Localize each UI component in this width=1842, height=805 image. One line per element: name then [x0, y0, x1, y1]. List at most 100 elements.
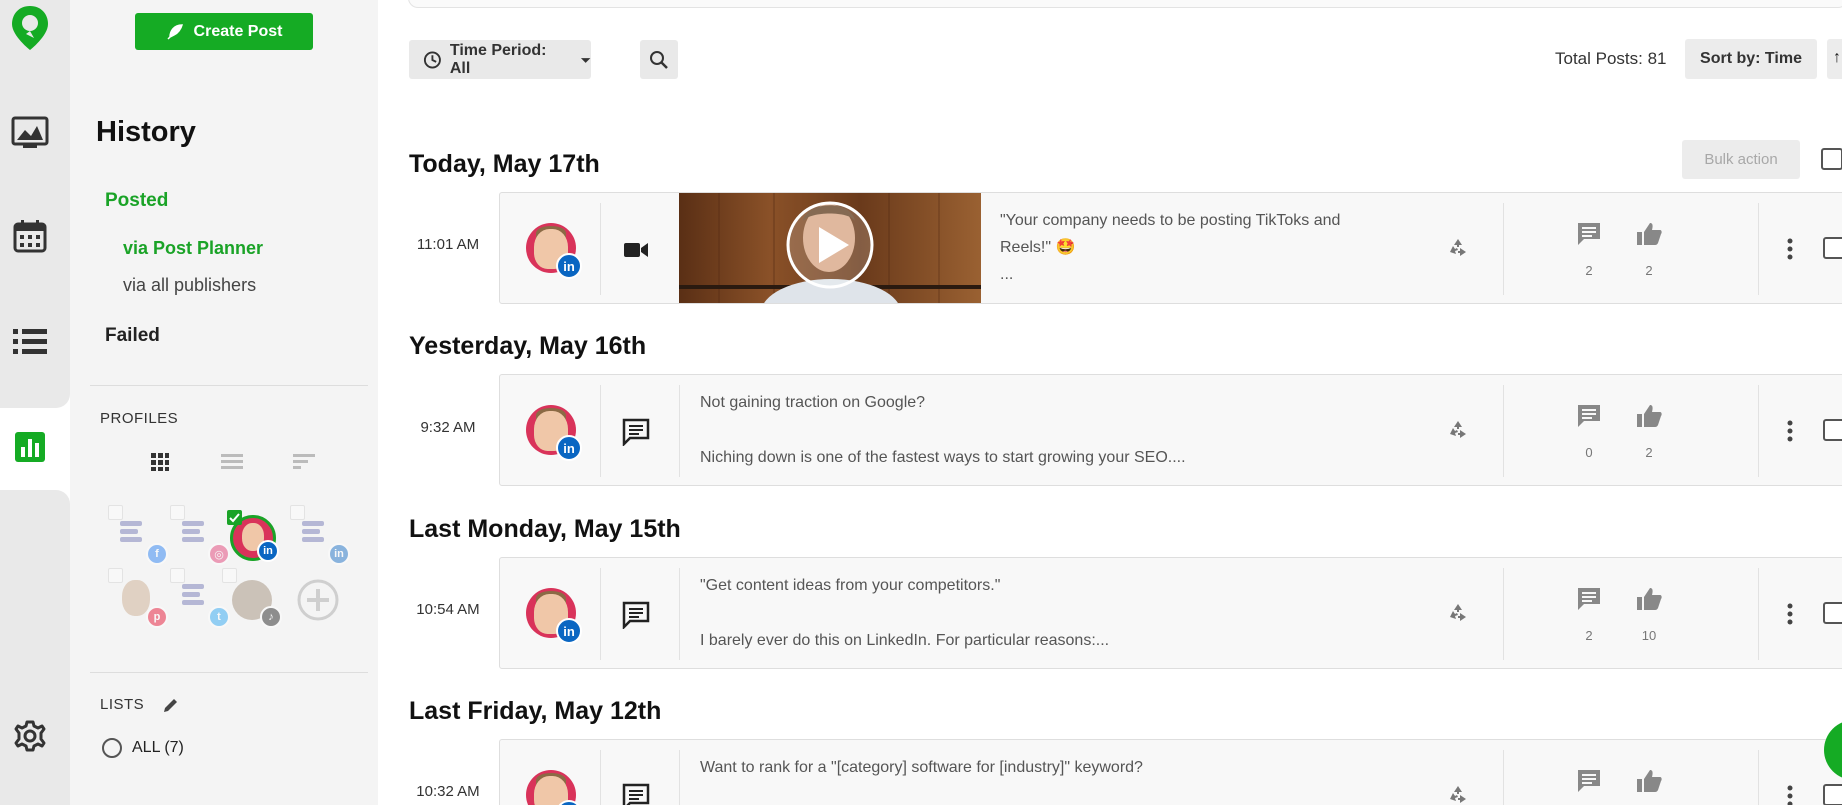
comments-count: 2: [1585, 263, 1593, 278]
rail-bottom-bg: [0, 490, 70, 805]
post-select-checkbox[interactable]: [1823, 419, 1842, 441]
profile-linkedin-page[interactable]: in: [290, 505, 350, 565]
caret-down-icon: [580, 57, 591, 63]
post-select-checkbox[interactable]: [1823, 602, 1842, 624]
date-heading: Last Monday, May 15th: [409, 515, 681, 543]
search-button[interactable]: [640, 40, 678, 79]
linkedin-icon: in: [556, 253, 582, 279]
profile-linkedin-selected[interactable]: in: [227, 510, 279, 562]
profile-checkbox[interactable]: [108, 505, 123, 520]
post-select-checkbox[interactable]: [1823, 784, 1842, 805]
post-card[interactable]: in "Your company needs to be posting Tik…: [499, 192, 1842, 304]
profile-checkbox[interactable]: [108, 568, 123, 583]
post-text-line: I barely ever do this on LinkedIn. For p…: [700, 632, 1110, 649]
card-separator: [600, 750, 601, 805]
add-profile-button[interactable]: [296, 578, 342, 624]
profile-checkbox[interactable]: [170, 568, 185, 583]
profile-checkbox[interactable]: [222, 568, 237, 583]
edit-pencil-icon[interactable]: [162, 696, 182, 716]
plus-circle-icon: [297, 579, 339, 621]
settings-gear-icon[interactable]: [10, 716, 50, 756]
post-select-checkbox[interactable]: [1823, 237, 1842, 259]
comments-count: 0: [1585, 445, 1593, 460]
profile-checkbox[interactable]: [170, 505, 185, 520]
post-card[interactable]: in "Get content ideas from your competit…: [499, 557, 1842, 669]
post-time: 11:01 AM: [416, 236, 480, 253]
card-separator: [600, 568, 601, 660]
date-heading: Last Friday, May 12th: [409, 697, 662, 725]
text-post-icon: [621, 782, 651, 805]
create-post-button[interactable]: Create Post: [135, 13, 313, 50]
analytics-icon[interactable]: [10, 427, 50, 467]
card-separator: [679, 385, 680, 477]
create-post-label: Create Post: [193, 22, 283, 40]
clock-icon: [423, 51, 441, 68]
more-vertical-icon[interactable]: [1780, 235, 1800, 263]
post-text-ellipsis: ...: [1000, 266, 1014, 283]
profile-twitter[interactable]: t: [170, 568, 230, 628]
nav-via-post-planner[interactable]: via Post Planner: [123, 238, 263, 259]
grid-view-icon[interactable]: [148, 450, 172, 474]
instagram-icon: ◎: [208, 543, 230, 565]
content-library-icon[interactable]: [10, 113, 50, 153]
comments-icon: [1574, 766, 1604, 796]
sort-by-button[interactable]: Sort by: Time: [1685, 39, 1817, 79]
card-separator: [1758, 203, 1759, 295]
bulk-action-button[interactable]: Bulk action: [1682, 140, 1800, 179]
recycle-icon[interactable]: [1445, 235, 1471, 261]
post-time: 10:54 AM: [416, 601, 480, 618]
nav-via-all-publishers[interactable]: via all publishers: [123, 275, 256, 296]
sort-direction-button[interactable]: ↑: [1827, 39, 1842, 79]
list-view-icon[interactable]: [220, 450, 244, 474]
select-all-checkbox[interactable]: [1821, 148, 1842, 170]
post-card[interactable]: in Not gaining traction on Google? Nichi…: [499, 374, 1842, 486]
profile-tiktok[interactable]: ♪: [222, 568, 282, 628]
time-period-dropdown[interactable]: Time Period: All: [409, 40, 591, 79]
post-time: 10:32 AM: [416, 783, 480, 800]
recycle-icon[interactable]: [1445, 600, 1471, 626]
sidebar-divider: [90, 385, 368, 386]
more-vertical-icon[interactable]: [1780, 600, 1800, 628]
card-separator: [1503, 750, 1504, 805]
comments-icon: [1574, 584, 1604, 614]
lists-all-radio[interactable]: [102, 738, 122, 758]
likes-count: 2: [1645, 263, 1653, 278]
queue-list-icon[interactable]: [10, 322, 50, 362]
post-planner-logo-icon[interactable]: [10, 6, 50, 50]
sort-view-icon[interactable]: [292, 450, 316, 474]
post-text-line: Niching down is one of the fastest ways …: [700, 449, 1186, 466]
profile-checkbox-checked[interactable]: [227, 510, 242, 525]
video-thumbnail[interactable]: [679, 193, 981, 303]
nav-posted[interactable]: Posted: [105, 190, 168, 212]
text-post-icon: [621, 417, 651, 447]
more-vertical-icon[interactable]: [1780, 782, 1800, 805]
post-card[interactable]: in Want to rank for a "[category] softwa…: [499, 739, 1842, 805]
comments-icon: [1574, 401, 1604, 431]
top-panel-edge: [408, 0, 1842, 8]
likes-count: 10: [1641, 628, 1657, 643]
post-time: 9:32 AM: [420, 419, 476, 436]
profile-checkbox[interactable]: [290, 505, 305, 520]
history-sidebar: Create Post History Posted via Post Plan…: [70, 0, 378, 805]
avatar: [122, 580, 150, 616]
profile-instagram[interactable]: ◎: [170, 505, 230, 565]
more-vertical-icon[interactable]: [1780, 417, 1800, 445]
thumbs-up-icon: [1634, 401, 1664, 431]
placeholder-profile-icon: [182, 584, 204, 605]
calendar-icon[interactable]: [10, 216, 50, 256]
text-post-icon: [621, 600, 651, 630]
post-text-line: Reels!" 🤩: [1000, 239, 1076, 256]
profile-pinterest[interactable]: p: [108, 568, 168, 628]
card-separator: [1758, 568, 1759, 660]
nav-failed[interactable]: Failed: [105, 325, 160, 347]
recycle-icon[interactable]: [1445, 782, 1471, 805]
avatar: in: [526, 223, 582, 279]
post-text-line: Want to rank for a "[category] software …: [700, 759, 1143, 776]
left-rail: [0, 0, 70, 805]
profiles-label: PROFILES: [100, 410, 179, 427]
recycle-icon[interactable]: [1445, 417, 1471, 443]
twitter-icon: t: [208, 606, 230, 628]
history-main: Time Period: All Total Posts: 81 Sort by…: [378, 0, 1842, 805]
profile-facebook[interactable]: f: [108, 505, 168, 565]
lists-label: LISTS: [100, 696, 145, 713]
